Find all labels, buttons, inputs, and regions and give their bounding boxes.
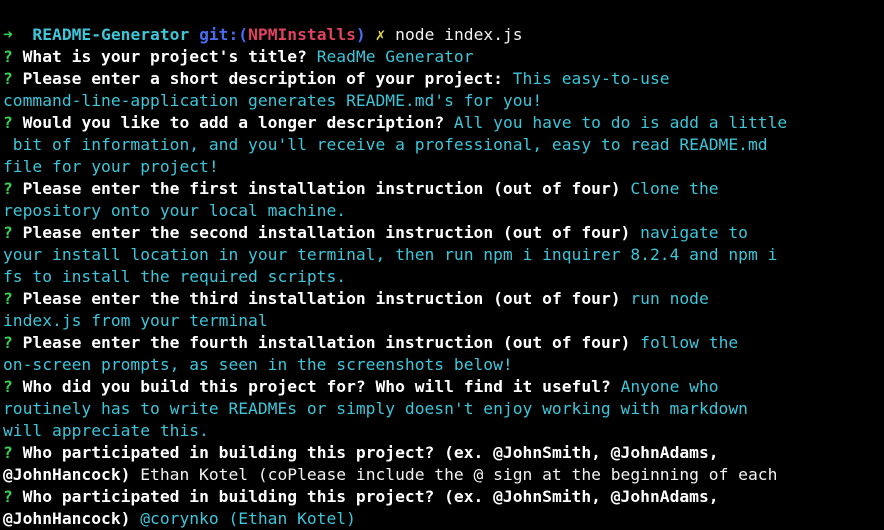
continuation-line: index.js from your terminal xyxy=(3,310,884,332)
typed-input-text: Ethan Kotel (coPlease include the @ sign… xyxy=(130,465,778,484)
answer-text: navigate to xyxy=(630,223,748,242)
question-line: ? Please enter the fourth installation i… xyxy=(3,332,884,354)
continuation-line: fs to install the required scripts. xyxy=(3,266,884,288)
prompt-text: Please enter the second installation ins… xyxy=(22,223,631,242)
git-label-close: ) xyxy=(355,25,366,44)
question-line: ? What is your project's title? ReadMe G… xyxy=(3,46,884,68)
continuation-line: bit of information, and you'll receive a… xyxy=(3,134,884,156)
question-mark-icon: ? xyxy=(3,179,13,198)
continuation-line: @JohnHancock) Ethan Kotel (coPlease incl… xyxy=(3,464,884,486)
continuation-line: command-line-application generates READM… xyxy=(3,90,884,112)
answer-text: will appreciate this. xyxy=(3,421,209,440)
answer-text: bit of information, and you'll receive a… xyxy=(3,135,768,154)
prompt-text: Please enter the first installation inst… xyxy=(22,179,621,198)
dirty-state-icon: ✗ xyxy=(375,25,386,44)
question-line: ? Please enter the third installation in… xyxy=(3,288,884,310)
question-mark-icon: ? xyxy=(3,69,13,88)
continuation-line: repository onto your local machine. xyxy=(3,200,884,222)
prompt-text: Please enter a short description of your… xyxy=(22,69,503,88)
terminal-output: ? What is your project's title? ReadMe G… xyxy=(3,46,884,530)
answer-text: @corynko (Ethan Kotel) xyxy=(130,509,356,528)
question-line: ? Who participated in building this proj… xyxy=(3,442,884,464)
continuation-line: routinely has to write READMEs or simply… xyxy=(3,398,884,420)
question-line: ? Who did you build this project for? Wh… xyxy=(3,376,884,398)
question-line: ? Please enter the second installation i… xyxy=(3,222,884,244)
answer-text: command-line-application generates READM… xyxy=(3,91,543,110)
question-mark-icon: ? xyxy=(3,487,13,506)
question-mark-icon: ? xyxy=(3,113,13,132)
prompt-text: @JohnHancock) xyxy=(3,465,131,484)
continuation-line: file for your project! xyxy=(3,156,884,178)
prompt-text: What is your project's title? xyxy=(22,47,307,66)
question-mark-icon: ? xyxy=(3,377,13,396)
prompt-text: Please enter the third installation inst… xyxy=(22,289,621,308)
prompt-text: Who participated in building this projec… xyxy=(22,443,719,462)
question-line: ? Would you like to add a longer descrip… xyxy=(3,112,884,134)
prompt-text: Please enter the fourth installation ins… xyxy=(22,333,631,352)
answer-text: on-screen prompts, as seen in the screen… xyxy=(3,355,513,374)
question-line: ? Please enter a short description of yo… xyxy=(3,68,884,90)
shell-command: node index.js xyxy=(395,25,523,44)
answer-text: repository onto your local machine. xyxy=(3,201,347,220)
answer-text: file for your project! xyxy=(3,157,219,176)
continuation-line: your install location in your terminal, … xyxy=(3,244,884,266)
question-mark-icon: ? xyxy=(3,443,13,462)
question-mark-icon: ? xyxy=(3,289,13,308)
prompt-text: Who participated in building this projec… xyxy=(22,487,719,506)
answer-text: follow the xyxy=(630,333,739,352)
prompt-text: @JohnHancock) xyxy=(3,509,131,528)
prompt-text: Would you like to add a longer descripti… xyxy=(22,113,445,132)
question-mark-icon: ? xyxy=(3,333,13,352)
terminal-window[interactable]: ➜ README-Generator git:(NPMInstalls) ✗ n… xyxy=(0,0,884,530)
question-mark-icon: ? xyxy=(3,223,13,242)
answer-text: ReadMe Generator xyxy=(306,47,474,66)
current-directory: README-Generator xyxy=(32,25,190,44)
answer-text: Anyone who xyxy=(610,377,719,396)
answer-text: All you have to do is add a little xyxy=(444,113,788,132)
answer-text: fs to install the required scripts. xyxy=(3,267,347,286)
continuation-line: will appreciate this. xyxy=(3,420,884,442)
git-label: git:( xyxy=(199,25,249,44)
shell-prompt-line: ➜ README-Generator git:(NPMInstalls) ✗ n… xyxy=(3,24,884,46)
prompt-text: Who did you build this project for? Who … xyxy=(22,377,611,396)
question-line: ? Please enter the first installation in… xyxy=(3,178,884,200)
answer-text: index.js from your terminal xyxy=(3,311,268,330)
question-line: ? Who participated in building this proj… xyxy=(3,486,884,508)
question-mark-icon: ? xyxy=(3,47,13,66)
git-branch: NPMInstalls xyxy=(248,25,356,44)
prompt-arrow-icon: ➜ xyxy=(3,25,13,44)
answer-text: This easy-to-use xyxy=(502,69,670,88)
answer-text: run node xyxy=(620,289,709,308)
answer-text: Clone the xyxy=(620,179,719,198)
answer-text: routinely has to write READMEs or simply… xyxy=(3,399,748,418)
continuation-line: @JohnHancock) @corynko (Ethan Kotel) xyxy=(3,508,884,530)
continuation-line: on-screen prompts, as seen in the screen… xyxy=(3,354,884,376)
answer-text: your install location in your terminal, … xyxy=(3,245,778,264)
